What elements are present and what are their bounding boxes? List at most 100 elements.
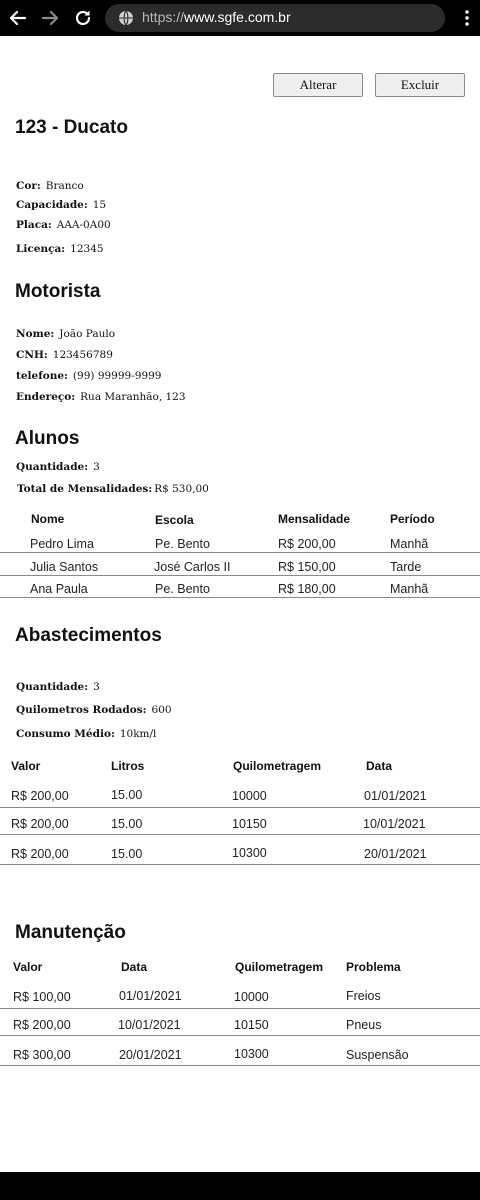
fueling-km-row: Quilometros Rodados: 600 xyxy=(16,704,172,716)
maintenance-cell: 10/01/2021 xyxy=(118,1018,181,1032)
vehicle-license-row: Licença: 12345 xyxy=(16,243,104,255)
driver-name-value: João Paulo xyxy=(59,328,116,340)
maintenance-cell: 01/01/2021 xyxy=(119,989,182,1003)
address-bar[interactable]: https://www.sgfe.com.br xyxy=(105,4,445,32)
driver-cnh-row: CNH: 123456789 xyxy=(16,349,113,361)
maintenance-cell: 20/01/2021 xyxy=(119,1048,182,1062)
fueling-consumption-label: Consumo Médio: xyxy=(16,728,115,740)
vehicle-title: 123 - Ducato xyxy=(15,117,128,138)
maintenance-cell: 10150 xyxy=(234,1018,269,1032)
fueling-cell: 10000 xyxy=(232,789,267,803)
edit-button[interactable]: Alterar xyxy=(273,73,363,97)
row-divider xyxy=(0,807,480,808)
driver-cnh-value: 123456789 xyxy=(52,349,113,361)
maintenance-heading: Manutenção xyxy=(15,922,126,943)
row-divider xyxy=(0,575,480,576)
back-arrow-icon[interactable] xyxy=(8,8,28,28)
row-divider xyxy=(0,597,480,598)
vehicle-plate-value: AAA-0A00 xyxy=(56,219,111,231)
maintenance-col-problem: Problema xyxy=(346,960,401,974)
vehicle-capacity-label: Capacidade: xyxy=(16,199,88,211)
more-options-icon[interactable] xyxy=(458,9,476,27)
driver-heading: Motorista xyxy=(15,281,101,302)
delete-button[interactable]: Excluir xyxy=(375,73,465,97)
students-cell: Manhã xyxy=(390,537,429,551)
row-divider xyxy=(0,1065,480,1066)
driver-cnh-label: CNH: xyxy=(16,349,48,361)
students-cell: Pe. Bento xyxy=(155,537,210,551)
students-heading: Alunos xyxy=(15,428,80,449)
url-text: https://www.sgfe.com.br xyxy=(142,9,291,25)
fueling-consumption-row: Consumo Médio: 10km/l xyxy=(16,728,156,740)
vehicle-color-label: Cor: xyxy=(16,180,41,192)
maintenance-cell: 10300 xyxy=(234,1047,269,1061)
driver-address-row: Endereço: Rua Maranhão, 123 xyxy=(16,391,186,403)
students-cell: Pe. Bento xyxy=(155,582,210,596)
maintenance-col-km: Quilometragem xyxy=(235,960,324,974)
maintenance-cell: Freios xyxy=(346,989,381,1003)
fueling-km-value: 600 xyxy=(151,704,172,716)
forward-arrow-icon[interactable] xyxy=(40,8,60,28)
fueling-cell: 10150 xyxy=(232,817,267,831)
fueling-consumption-value: 10km/l xyxy=(119,728,157,740)
fueling-cell: 10300 xyxy=(232,846,267,860)
fueling-cell: R$ 200,00 xyxy=(11,817,69,831)
fueling-cell: R$ 200,00 xyxy=(11,789,69,803)
driver-phone-label: telefone: xyxy=(16,370,68,382)
fueling-cell: 15.00 xyxy=(111,817,143,831)
row-divider xyxy=(0,864,480,865)
students-cell: R$ 180,00 xyxy=(278,582,336,596)
vehicle-plate-label: Placa: xyxy=(16,219,52,231)
students-col-period: Período xyxy=(390,512,435,526)
students-cell: Tarde xyxy=(390,560,422,574)
row-divider xyxy=(0,834,480,835)
fueling-qty-row: Quantidade: 3 xyxy=(16,681,100,693)
driver-name-label: Nome: xyxy=(16,328,55,340)
students-col-fee: Mensalidade xyxy=(278,512,351,526)
maintenance-cell: Pneus xyxy=(346,1018,382,1032)
driver-phone-value: (99) 99999-9999 xyxy=(72,370,162,382)
fueling-cell: R$ 200,00 xyxy=(11,847,69,861)
students-cell: R$ 150,00 xyxy=(278,560,336,574)
maintenance-cell: R$ 200,00 xyxy=(13,1018,71,1032)
fueling-qty-value: 3 xyxy=(93,681,100,693)
students-total-label: Total de Mensalidades: xyxy=(17,483,153,495)
fueling-cell: 20/01/2021 xyxy=(364,847,427,861)
students-total-value: R$ 530,00 xyxy=(154,483,209,495)
row-divider xyxy=(0,1035,480,1036)
students-cell: R$ 200,00 xyxy=(278,537,336,551)
driver-phone-row: telefone: (99) 99999-9999 xyxy=(16,370,162,382)
fueling-km-label: Quilometros Rodados: xyxy=(16,704,147,716)
students-col-school: Escola xyxy=(155,513,194,527)
system-navigation-bar xyxy=(0,1172,480,1200)
maintenance-cell: R$ 100,00 xyxy=(13,990,71,1004)
globe-icon xyxy=(118,10,134,26)
students-qty-label: Quantidade: xyxy=(16,461,89,473)
url-host: www.sgfe.com.br xyxy=(184,9,291,25)
reload-icon[interactable] xyxy=(73,8,93,28)
row-divider xyxy=(0,552,480,553)
fueling-col-date: Data xyxy=(366,759,393,773)
vehicle-plate-row: Placa: AAA-0A00 xyxy=(16,219,111,231)
driver-address-value: Rua Maranhão, 123 xyxy=(80,391,186,403)
vehicle-license-value: 12345 xyxy=(70,243,104,255)
students-cell: Pedro Lima xyxy=(30,537,94,551)
students-qty-row: Quantidade: 3 xyxy=(16,461,100,473)
students-qty-value: 3 xyxy=(93,461,100,473)
fueling-cell: 10/01/2021 xyxy=(363,817,426,831)
vehicle-capacity-row: Capacidade: 15 xyxy=(16,199,106,211)
maintenance-col-date: Data xyxy=(121,960,148,974)
students-cell: Manhã xyxy=(390,582,429,596)
students-col-name: Nome xyxy=(31,512,65,526)
students-total-row: Total de Mensalidades: R$ 530,00 xyxy=(17,483,209,495)
vehicle-color-row: Cor: Branco xyxy=(16,180,84,192)
fueling-cell: 01/01/2021 xyxy=(364,789,427,803)
maintenance-cell: 10000 xyxy=(234,990,269,1004)
students-cell: José Carlos II xyxy=(154,560,231,574)
fueling-col-km: Quilometragem xyxy=(233,759,322,773)
maintenance-cell: Suspensão xyxy=(346,1048,409,1062)
students-cell: Julia Santos xyxy=(30,560,99,574)
driver-name-row: Nome: João Paulo xyxy=(16,328,115,340)
row-divider xyxy=(0,1008,480,1009)
maintenance-col-value: Valor xyxy=(13,960,43,974)
